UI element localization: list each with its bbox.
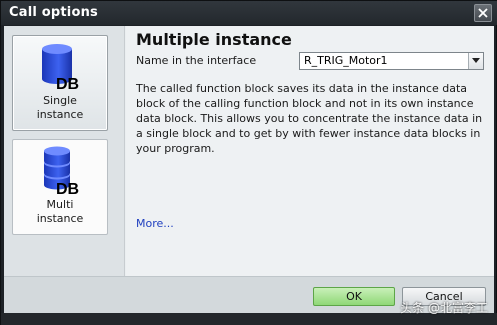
call-options-dialog: Call options DB Single instance DB Multi…	[0, 0, 497, 325]
option-details-pane: Multiple instance Name in the interface …	[126, 26, 494, 276]
multi-instance-label: Multi instance	[36, 198, 84, 225]
single-instance-label: Single instance	[36, 94, 84, 121]
db-badge: DB	[56, 76, 79, 91]
name-in-interface-value: R_TRIG_Motor1	[304, 54, 388, 67]
title-bar[interactable]: Call options	[1, 1, 497, 25]
multi-instance-option[interactable]: DB Multi instance	[12, 139, 108, 235]
chevron-down-icon	[472, 58, 480, 63]
close-icon	[478, 8, 488, 18]
option-heading: Multiple instance	[136, 30, 292, 49]
multi-db-icon: DB	[44, 146, 79, 195]
ok-button[interactable]: OK	[313, 287, 395, 306]
close-button[interactable]	[474, 4, 492, 22]
more-link[interactable]: More...	[136, 217, 174, 230]
option-description: The called function block saves its data…	[136, 82, 483, 155]
db-badge: DB	[56, 181, 79, 195]
window-title: Call options	[9, 5, 98, 20]
dialog-body: DB Single instance DB Multi instance Mul…	[4, 26, 494, 276]
name-in-interface-dropdown[interactable]: R_TRIG_Motor1	[299, 52, 484, 70]
instance-type-pane: DB Single instance DB Multi instance	[4, 26, 125, 276]
name-in-interface-label: Name in the interface	[136, 54, 257, 67]
watermark: 头条 @北富李工	[400, 301, 488, 315]
db-icon: DB	[42, 44, 79, 91]
dropdown-arrow-button[interactable]	[468, 53, 483, 69]
single-instance-option[interactable]: DB Single instance	[12, 35, 108, 131]
